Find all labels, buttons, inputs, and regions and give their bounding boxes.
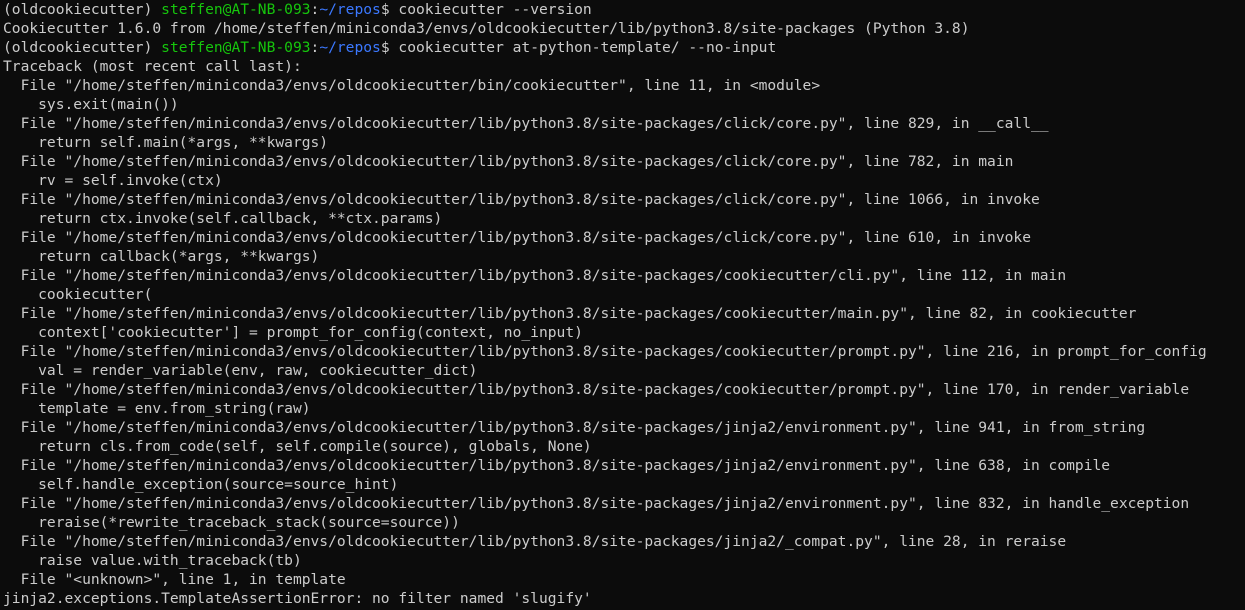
command-text: cookiecutter --version: [398, 1, 592, 18]
traceback-line: context['cookiecutter'] = prompt_for_con…: [3, 324, 583, 341]
prompt-line-run: (oldcookiecutter) steffen@AT-NB-093:~/re…: [3, 38, 1245, 57]
prompt-dollar: $: [380, 1, 399, 18]
traceback-line: File "/home/steffen/miniconda3/envs/oldc…: [3, 419, 1146, 436]
prompt-colon: :: [310, 39, 320, 56]
traceback-line: File "/home/steffen/miniconda3/envs/oldc…: [3, 267, 1067, 284]
traceback-line: return callback(*args, **kwargs): [3, 248, 320, 265]
traceback-output: Traceback (most recent call last): File …: [3, 57, 1245, 608]
traceback-line: File "/home/steffen/miniconda3/envs/oldc…: [3, 191, 1040, 208]
user-host-label: steffen@AT-NB-093: [161, 1, 311, 18]
command-text: cookiecutter at-python-template/ --no-in…: [398, 39, 777, 56]
version-output-line: Cookiecutter 1.6.0 from /home/steffen/mi…: [3, 20, 970, 37]
conda-env-label: (oldcookiecutter): [3, 39, 162, 56]
traceback-line: File "/home/steffen/miniconda3/envs/oldc…: [3, 153, 1014, 170]
traceback-line: return self.main(*args, **kwargs): [3, 134, 329, 151]
traceback-line: File "/home/steffen/miniconda3/envs/oldc…: [3, 77, 821, 94]
traceback-line: File "/home/steffen/miniconda3/envs/oldc…: [3, 115, 1049, 132]
traceback-line: raise value.with_traceback(tb): [3, 552, 302, 569]
traceback-line: template = env.from_string(raw): [3, 400, 311, 417]
traceback-line: return cls.from_code(self, self.compile(…: [3, 438, 592, 455]
traceback-line: File "/home/steffen/miniconda3/envs/oldc…: [3, 343, 1207, 360]
traceback-line: sys.exit(main()): [3, 96, 179, 113]
traceback-line: self.handle_exception(source=source_hint…: [3, 476, 399, 493]
traceback-line: File "/home/steffen/miniconda3/envs/oldc…: [3, 533, 1067, 550]
prompt-dollar: $: [380, 39, 399, 56]
traceback-line: File "/home/steffen/miniconda3/envs/oldc…: [3, 457, 1111, 474]
terminal-window[interactable]: (oldcookiecutter) steffen@AT-NB-093:~/re…: [0, 0, 1245, 610]
traceback-line: Traceback (most recent call last):: [3, 58, 302, 75]
prompt-colon: :: [310, 1, 320, 18]
user-host-label: steffen@AT-NB-093: [161, 39, 311, 56]
conda-env-label: (oldcookiecutter): [3, 1, 162, 18]
traceback-line: return ctx.invoke(self.callback, **ctx.p…: [3, 210, 443, 227]
traceback-line: cookiecutter(: [3, 286, 153, 303]
traceback-line: val = render_variable(env, raw, cookiecu…: [3, 362, 478, 379]
traceback-line: File "/home/steffen/miniconda3/envs/oldc…: [3, 229, 1031, 246]
traceback-line: File "/home/steffen/miniconda3/envs/oldc…: [3, 305, 1137, 322]
traceback-line: File "/home/steffen/miniconda3/envs/oldc…: [3, 495, 1190, 512]
error-message-line: jinja2.exceptions.TemplateAssertionError…: [3, 590, 592, 607]
traceback-line: rv = self.invoke(ctx): [3, 172, 223, 189]
cwd-label: ~/repos: [319, 39, 381, 56]
prompt-line-version: (oldcookiecutter) steffen@AT-NB-093:~/re…: [3, 0, 1245, 19]
traceback-line: reraise(*rewrite_traceback_stack(source=…: [3, 514, 460, 531]
traceback-line: File "/home/steffen/miniconda3/envs/oldc…: [3, 381, 1190, 398]
cwd-label: ~/repos: [319, 1, 381, 18]
traceback-line: File "<unknown>", line 1, in template: [3, 571, 346, 588]
